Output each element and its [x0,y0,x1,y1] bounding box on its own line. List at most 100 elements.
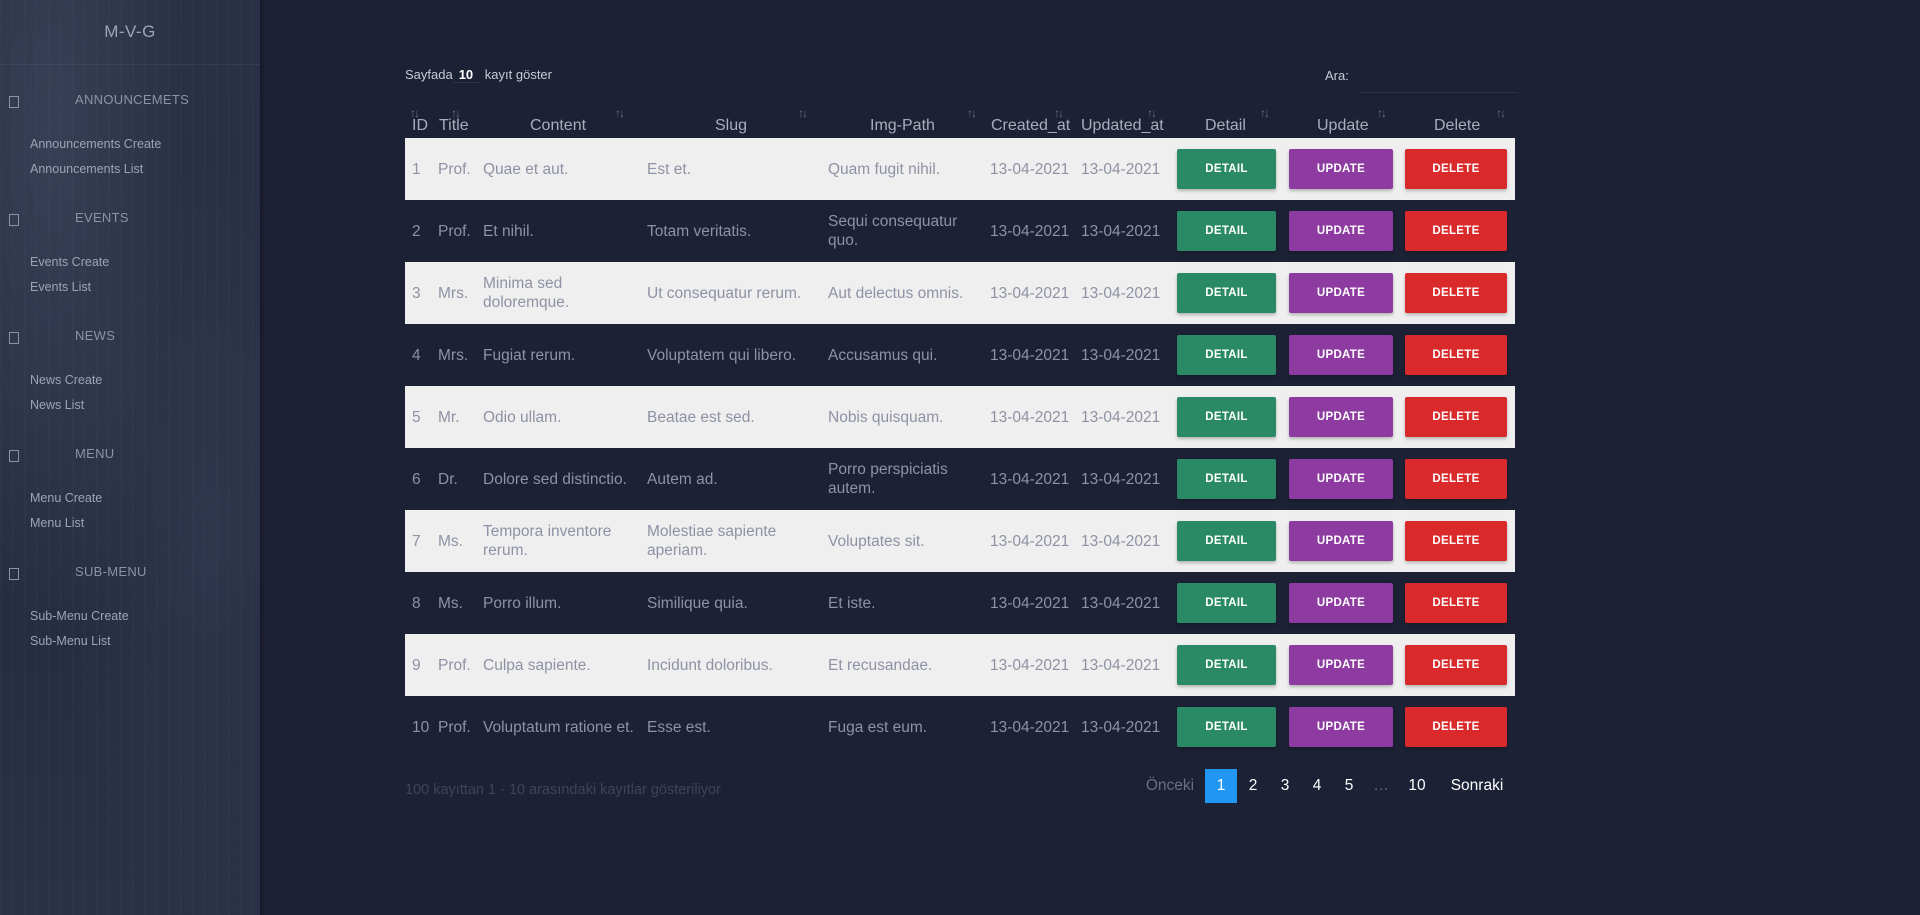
cell-title: Prof. [438,222,471,240]
search-label: Ara: [1325,68,1349,83]
sidebar-item-sub-menu-create[interactable]: Sub-Menu Create [30,609,129,623]
sidebar-item-announcements-create[interactable]: Announcements Create [30,137,161,151]
cell-title: Prof. [438,160,471,178]
sort-icon: ↑↓ [1147,106,1157,120]
cell-updated-at: 13-04-2021 [1081,532,1161,550]
update-button[interactable]: UPDATE [1289,583,1393,623]
column-header-content[interactable]: ↑↓ Content [530,104,625,138]
sidebar-item-announcements-list[interactable]: Announcements List [30,162,143,176]
detail-button[interactable]: DETAIL [1177,397,1276,437]
search-input[interactable] [1360,62,1518,93]
sort-icon: ↑↓ [451,106,461,120]
delete-button[interactable]: DELETE [1405,521,1507,561]
detail-button[interactable]: DETAIL [1177,149,1276,189]
cell-created-at: 13-04-2021 [990,222,1070,240]
update-button[interactable]: UPDATE [1289,707,1393,747]
cell-img-path: Quam fugit nihil. [828,160,940,178]
delete-button[interactable]: DELETE [1405,397,1507,437]
cell-updated-at: 13-04-2021 [1081,470,1161,488]
pagination-prev[interactable]: Önceki [1140,769,1200,803]
column-header-id[interactable]: ↑↓ ID [410,104,428,138]
pagination-page-5[interactable]: 5 [1333,769,1365,803]
update-button[interactable]: UPDATE [1289,645,1393,685]
brand-divider [0,64,260,65]
cell-content: Culpa sapiente. [483,656,591,674]
cell-content: Minima sed doloremque. [483,275,570,311]
cell-img-path: Sequi consequatur quo. [828,213,958,249]
sidebar-item-sub-menu-list[interactable]: Sub-Menu List [30,634,111,648]
pagination-page-4[interactable]: 4 [1301,769,1333,803]
update-button[interactable]: UPDATE [1289,211,1393,251]
cell-id: 10 [412,718,430,736]
cell-id: 8 [412,594,421,612]
delete-button[interactable]: DELETE [1405,645,1507,685]
cell-id: 7 [412,532,421,550]
sidebar-item-menu-list[interactable]: Menu List [30,516,84,530]
column-header-detail[interactable]: ↑↓ Detail [1205,104,1270,138]
sort-icon: ↑↓ [410,106,420,120]
update-button[interactable]: UPDATE [1289,397,1393,437]
cell-slug: Autem ad. [647,470,718,488]
delete-button[interactable]: DELETE [1405,211,1507,251]
cell-created-at: 13-04-2021 [990,284,1070,302]
sidebar-item-news-create[interactable]: News Create [30,373,102,387]
brand-title[interactable]: M-V-G [0,22,260,42]
delete-button[interactable]: DELETE [1405,149,1507,189]
cell-updated-at: 13-04-2021 [1081,222,1161,240]
update-button[interactable]: UPDATE [1289,459,1393,499]
detail-button[interactable]: DETAIL [1177,645,1276,685]
delete-button[interactable]: DELETE [1405,583,1507,623]
cell-slug: Esse est. [647,718,711,736]
detail-button[interactable]: DETAIL [1177,459,1276,499]
sidebar-item-news-list[interactable]: News List [30,398,84,412]
delete-button[interactable]: DELETE [1405,335,1507,375]
cell-title: Dr. [438,470,458,488]
data-table: ↑↓ ID ↑↓ Title ↑↓ Content ↑↓ Slug ↑↓ Img-Path… [405,104,1515,758]
sort-icon: ↑↓ [1496,106,1506,120]
cell-img-path: Fuga est eum. [828,718,928,736]
update-button[interactable]: UPDATE [1289,335,1393,375]
cell-title: Prof. [438,718,471,736]
column-header-title[interactable]: ↑↓ Title [439,104,469,138]
cell-img-path: Aut delectus omnis. [828,284,964,302]
table-row: 2 Prof. Et nihil. Totam veritatis. Sequi con… [405,200,1515,262]
detail-button[interactable]: DETAIL [1177,707,1276,747]
cell-id: 2 [412,222,421,240]
delete-button[interactable]: DELETE [1405,273,1507,313]
page-length-select[interactable]: 10 [452,67,482,83]
delete-button[interactable]: DELETE [1405,707,1507,747]
pagination-page-10[interactable]: 10 [1397,769,1437,803]
cell-title: Ms. [438,532,463,550]
pagination-page-3[interactable]: 3 [1269,769,1301,803]
update-button[interactable]: UPDATE [1289,273,1393,313]
sidebar-item-events-list[interactable]: Events List [30,280,91,294]
detail-button[interactable]: DETAIL [1177,335,1276,375]
sidebar-item-events-create[interactable]: Events Create [30,255,109,269]
column-header-img-path[interactable]: ↑↓ Img-Path [870,104,977,138]
column-header-updated-at[interactable]: ↑↓ Updated_at [1081,104,1164,138]
pagination-ellipsis: … [1373,777,1389,794]
pagination-next[interactable]: Sonraki [1447,769,1507,803]
cell-created-at: 13-04-2021 [990,656,1070,674]
cell-updated-at: 13-04-2021 [1081,284,1161,302]
detail-button[interactable]: DETAIL [1177,521,1276,561]
sidebar-item-menu-create[interactable]: Menu Create [30,491,102,505]
cell-slug: Est et. [647,160,691,178]
pagination-page-2[interactable]: 2 [1237,769,1269,803]
update-button[interactable]: UPDATE [1289,149,1393,189]
update-button[interactable]: UPDATE [1289,521,1393,561]
column-header-created-at[interactable]: ↑↓ Created_at [991,104,1070,138]
detail-button[interactable]: DETAIL [1177,273,1276,313]
cell-img-path: Accusamus qui. [828,346,938,364]
column-header-slug[interactable]: ↑↓ Slug [715,104,808,138]
section-title-news: NEWS [75,328,116,343]
column-header-delete[interactable]: ↑↓ Delete [1434,104,1506,138]
column-header-update[interactable]: ↑↓ Update [1317,104,1387,138]
cell-content: Quae et aut. [483,160,569,178]
pagination-page-1[interactable]: 1 [1205,769,1237,803]
delete-button[interactable]: DELETE [1405,459,1507,499]
news-icon [9,332,19,344]
cell-id: 5 [412,408,421,426]
detail-button[interactable]: DETAIL [1177,211,1276,251]
detail-button[interactable]: DETAIL [1177,583,1276,623]
